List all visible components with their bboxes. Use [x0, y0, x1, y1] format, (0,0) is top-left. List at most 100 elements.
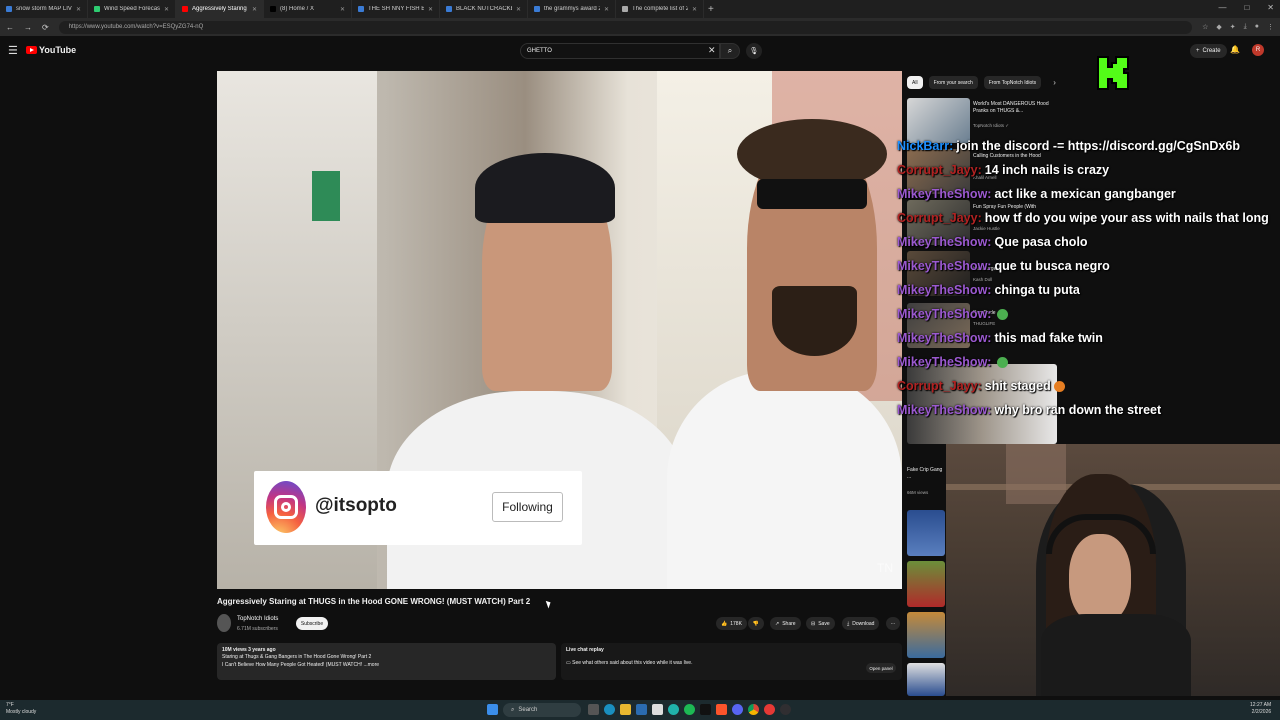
- rec-title[interactable]: World's Most DANGEROUS Hood Pranks on TH…: [973, 101, 1058, 115]
- profile-icon[interactable]: ●: [1255, 23, 1259, 31]
- spotify-icon[interactable]: [684, 704, 695, 715]
- star-icon[interactable]: ☆: [1202, 23, 1208, 31]
- short-thumbnail[interactable]: [907, 561, 945, 607]
- chat-username: Corrupt_Jayy:: [897, 379, 982, 393]
- app-icon[interactable]: [764, 704, 775, 715]
- close-tab-icon[interactable]: ✕: [428, 6, 433, 13]
- close-tab-icon[interactable]: ✕: [692, 6, 697, 13]
- thumbs-down-icon: 👎: [752, 620, 760, 627]
- search-input[interactable]: GHETTO: [520, 43, 720, 59]
- maximize-button[interactable]: □: [1244, 3, 1249, 12]
- chip-from-channel[interactable]: From TopNotch Idiots: [983, 76, 1042, 89]
- kick-logo-icon: [1097, 56, 1129, 90]
- puzzle-icon[interactable]: ✦: [1230, 23, 1236, 31]
- brave-icon[interactable]: [716, 704, 727, 715]
- like-count: 178K: [730, 620, 742, 627]
- rec-meta: TopNotch Idiots ✓: [973, 123, 1010, 128]
- channel-avatar[interactable]: [217, 614, 231, 632]
- browser-tab[interactable]: Aggressively Staring at THU ✕: [176, 0, 264, 18]
- chevron-right-icon[interactable]: ›: [1053, 78, 1056, 87]
- short-thumbnail[interactable]: [907, 612, 945, 658]
- system-clock[interactable]: 12:27 AM 2/2/2026: [1250, 702, 1271, 716]
- download-label: Download: [852, 620, 875, 627]
- store-icon[interactable]: [636, 704, 647, 715]
- browser-tab-strip: snow storm MAP LIVE - Search✕Wind Speed …: [0, 0, 1280, 18]
- create-label: Create: [1202, 48, 1221, 54]
- app-icon[interactable]: [668, 704, 679, 715]
- back-button[interactable]: ←: [6, 23, 14, 32]
- chat-username: Corrupt_Jayy:: [897, 163, 982, 177]
- browser-tab[interactable]: (8) Home / X ✕: [264, 0, 352, 18]
- create-button[interactable]: + Create: [1190, 44, 1227, 58]
- browser-tab[interactable]: snow storm MAP LIVE - Search ✕: [0, 0, 88, 18]
- download-icon[interactable]: ⤓: [1244, 23, 1247, 31]
- minimize-button[interactable]: —: [1218, 3, 1226, 12]
- windows-start-icon[interactable]: [487, 704, 498, 715]
- chat-username: Corrupt_Jayy:: [897, 211, 982, 225]
- tab-label: Aggressively Staring at THU: [192, 6, 248, 12]
- search-button[interactable]: ⌕: [720, 43, 740, 59]
- close-tab-icon[interactable]: ✕: [164, 6, 169, 13]
- more-actions-button[interactable]: ···: [886, 617, 900, 630]
- chrome-icon[interactable]: [748, 704, 759, 715]
- open-panel-button[interactable]: Open panel: [866, 663, 896, 673]
- like-button[interactable]: 👍 178K: [716, 617, 747, 630]
- save-button[interactable]: ⊟ Save: [806, 617, 835, 630]
- rec-title[interactable]: Fake Crip Gang ...: [907, 467, 943, 481]
- tab-favicon-icon: [446, 6, 452, 12]
- tab-favicon-icon: [534, 6, 540, 12]
- browser-tab[interactable]: BLACK NUTCRACKER - Search ✕: [440, 0, 528, 18]
- browser-tab[interactable]: the grammys award 2026 - Sear ✕: [528, 0, 616, 18]
- video-player[interactable]: @itsopto Following TN: [217, 71, 902, 589]
- share-icon: ↗: [775, 620, 780, 627]
- tab-label: THE SH NNY FISH BOOK - Search: [368, 6, 424, 12]
- tiktok-icon[interactable]: [700, 704, 711, 715]
- download-button[interactable]: ⤓ Download: [842, 617, 880, 630]
- channel-watermark[interactable]: TN: [877, 561, 893, 575]
- file-explorer-icon[interactable]: [620, 704, 631, 715]
- notifications-bell-icon[interactable]: 🔔: [1230, 45, 1240, 54]
- taskbar-search[interactable]: ⌕ Search: [503, 703, 581, 717]
- close-window-button[interactable]: ✕: [1267, 3, 1274, 12]
- rec-meta: 66M views: [907, 490, 929, 495]
- subscribe-button[interactable]: Subscribe: [296, 617, 328, 630]
- dislike-button[interactable]: 👎: [748, 617, 764, 630]
- extension-icon[interactable]: ◆: [1216, 23, 1221, 31]
- chat-message: MikeyTheShow: why bro ran down the street: [897, 398, 1280, 422]
- close-tab-icon[interactable]: ✕: [76, 6, 81, 13]
- close-tab-icon[interactable]: ✕: [252, 6, 257, 13]
- tab-label: snow storm MAP LIVE - Search: [16, 6, 72, 12]
- chat-username: MikeyTheShow:: [897, 235, 992, 249]
- short-thumbnail[interactable]: [907, 663, 945, 696]
- tab-label: (8) Home / X: [280, 6, 315, 12]
- share-button[interactable]: ↗ Share: [770, 617, 801, 630]
- browser-tab[interactable]: THE SH NNY FISH BOOK - Search ✕: [352, 0, 440, 18]
- browser-tab[interactable]: The complete list of 2026 Gram ✕: [616, 0, 704, 18]
- youtube-logo[interactable]: YouTube: [26, 45, 76, 55]
- hamburger-menu-icon[interactable]: ☰: [8, 44, 18, 57]
- chip-from-search[interactable]: From your search: [928, 76, 978, 89]
- video-description[interactable]: 10M views 3 years ago Staring at Thugs &…: [217, 643, 556, 680]
- forward-button[interactable]: →: [24, 23, 32, 32]
- url-field[interactable]: https://www.youtube.com/watch?v=ESQyZG74…: [58, 20, 1193, 34]
- clear-search-icon[interactable]: ✕: [708, 45, 716, 56]
- account-avatar[interactable]: R: [1252, 44, 1264, 56]
- tab-label: Wind Speed Forecast Map | Zoom: [104, 6, 160, 12]
- obs-icon[interactable]: [780, 704, 791, 715]
- close-tab-icon[interactable]: ✕: [340, 6, 345, 13]
- short-thumbnail[interactable]: [907, 510, 945, 556]
- calendar-icon[interactable]: [652, 704, 663, 715]
- chip-all[interactable]: All: [907, 76, 923, 89]
- close-tab-icon[interactable]: ✕: [604, 6, 609, 13]
- browser-tab[interactable]: Wind Speed Forecast Map | Zoom ✕: [88, 0, 176, 18]
- close-tab-icon[interactable]: ✕: [516, 6, 521, 13]
- menu-dots-icon[interactable]: ⋮: [1267, 23, 1274, 31]
- edge-icon[interactable]: [604, 704, 615, 715]
- reload-button[interactable]: ⟳: [42, 23, 49, 32]
- new-tab-button[interactable]: +: [708, 4, 714, 15]
- app-icon[interactable]: [732, 704, 743, 715]
- channel-name[interactable]: TopNotch Idiots: [237, 616, 278, 622]
- weather-widget[interactable]: 7°F Mostly cloudy: [6, 702, 36, 715]
- voice-search-button[interactable]: 🎙: [746, 43, 762, 59]
- task-view-icon[interactable]: [588, 704, 599, 715]
